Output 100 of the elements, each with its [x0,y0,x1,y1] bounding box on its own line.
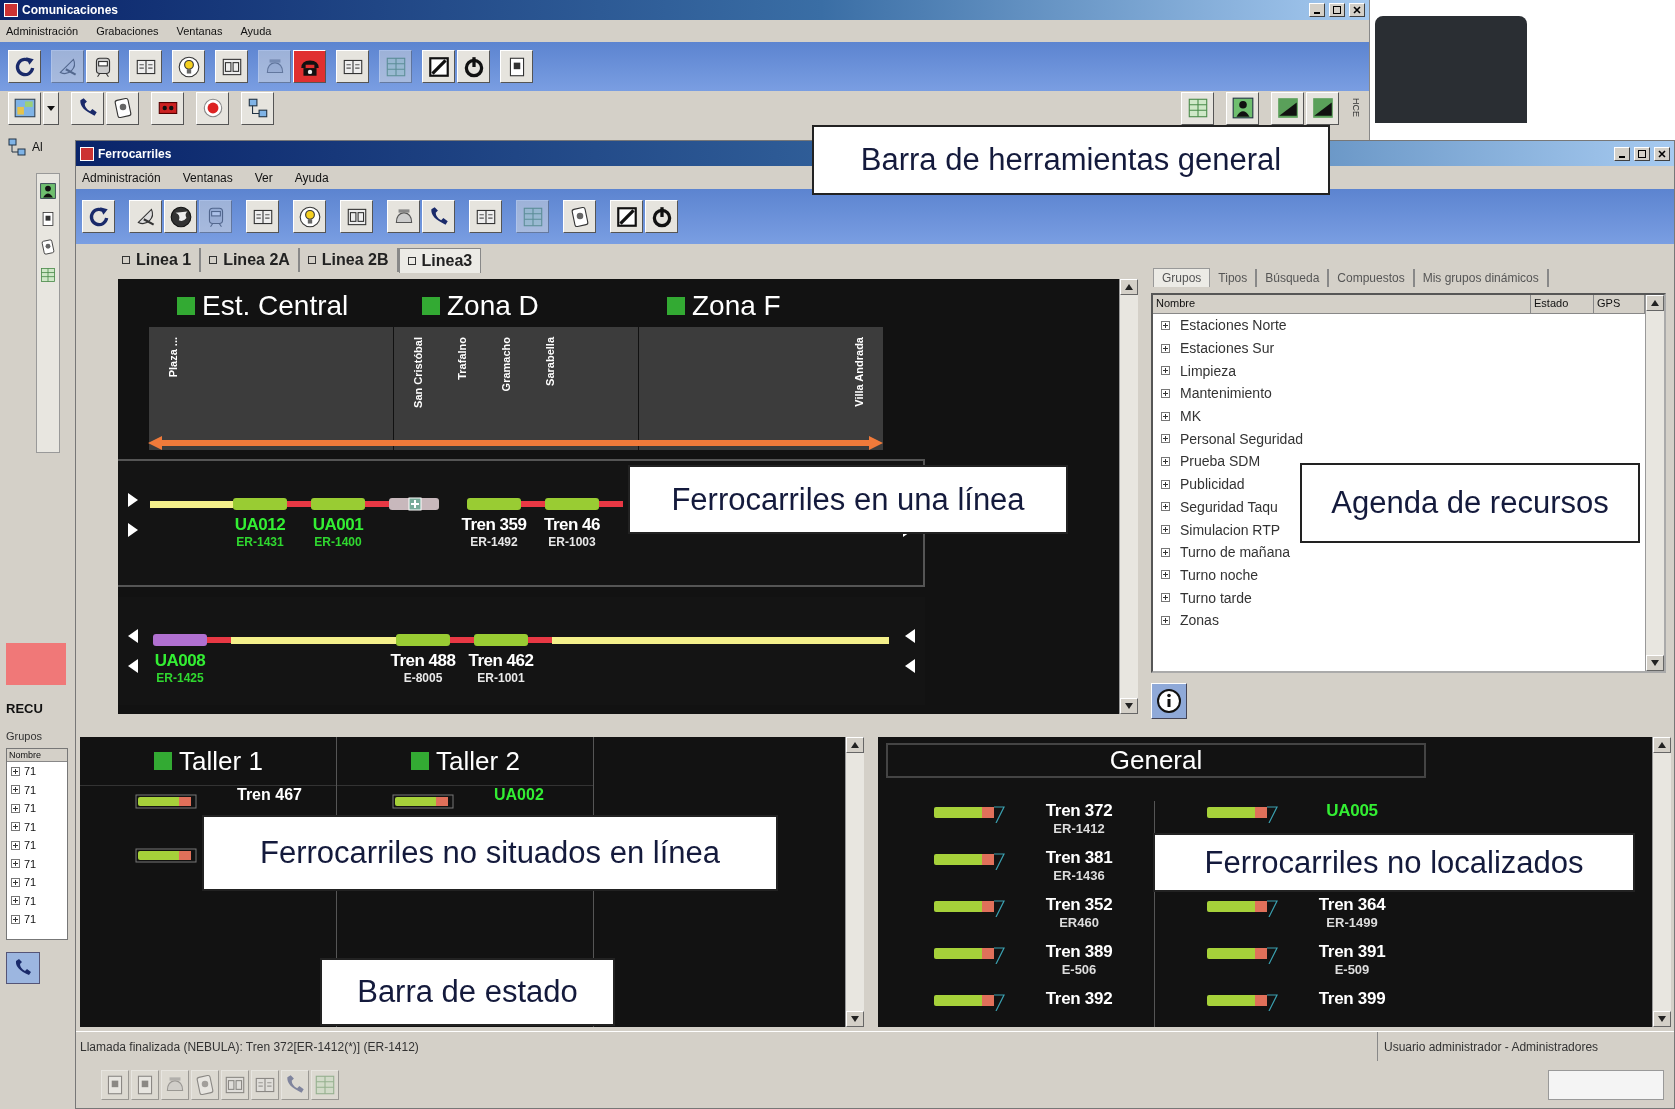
maximize-button[interactable] [1634,146,1650,161]
expand-icon[interactable] [1161,434,1170,444]
call-button[interactable] [6,952,40,984]
toolbar-button[interactable] [8,91,41,125]
tree-item[interactable]: MK [1180,408,1201,425]
expand-icon[interactable] [11,896,20,906]
scroll-up-icon[interactable] [1125,284,1133,290]
expand-icon[interactable] [1161,411,1170,421]
toolbar-button[interactable] [422,200,455,233]
tree-item[interactable]: 71 [24,783,37,796]
tree-item[interactable]: Publicidad [1180,476,1245,493]
expand-icon[interactable] [11,859,20,869]
expand-icon[interactable] [1161,343,1170,353]
expand-icon[interactable] [11,785,20,795]
expand-icon[interactable] [1161,547,1170,557]
minimize-button[interactable] [1309,3,1325,17]
tab[interactable]: Grupos [6,730,75,742]
maximize-button[interactable] [1329,3,1345,17]
expand-icon[interactable] [11,766,20,776]
action-button[interactable] [1548,1069,1664,1100]
expand-icon[interactable] [1161,615,1170,625]
train-block[interactable] [233,497,311,511]
menu-item[interactable]: Grabaciones [96,25,159,37]
scroll-up-icon[interactable] [851,742,859,748]
toolbar-button[interactable] [387,200,420,233]
toolbar-button[interactable] [106,91,139,125]
expand-icon[interactable] [1161,525,1170,535]
toolbar-button[interactable] [71,91,104,125]
tree-item[interactable]: Estaciones Sur [1180,340,1275,357]
toolbar-button[interactable] [129,50,162,83]
toolbar-button[interactable] [82,200,115,233]
minimize-button[interactable] [1614,146,1630,161]
train-block[interactable] [545,497,623,511]
expand-icon[interactable] [11,803,20,813]
train-block[interactable] [467,497,545,511]
toolbar-button[interactable] [422,50,455,83]
scroll-up-icon[interactable] [1658,742,1666,748]
train-icon[interactable] [392,792,454,810]
menu-item[interactable]: Administración [6,25,79,37]
tree-item[interactable]: Limpieza [1180,362,1237,379]
train-block[interactable] [153,633,231,647]
close-button[interactable] [1349,3,1365,17]
expand-icon[interactable] [11,914,20,924]
toolbar-button[interactable] [457,50,490,83]
scrollbar[interactable] [1119,279,1138,714]
toolbar-button[interactable] [1271,91,1304,125]
expand-icon[interactable] [1161,366,1170,376]
toolbar-button[interactable] [469,200,502,233]
tree-item[interactable]: Seguridad Taqu [1180,498,1278,515]
column-header[interactable]: Nombre [1153,295,1531,313]
toolbar-button[interactable] [151,91,184,125]
toolbar-button[interactable] [172,50,205,83]
toolbar-button[interactable] [215,50,248,83]
expand-icon[interactable] [11,822,20,832]
tree-item[interactable]: Turno de mañana [1180,544,1290,561]
tree-item[interactable]: Estaciones Norte [1180,317,1287,334]
expand-icon[interactable] [1161,479,1170,489]
scrollbar[interactable] [1645,295,1664,671]
toolbar-button[interactable] [293,50,326,83]
expand-icon[interactable] [1161,456,1170,466]
scroll-down-icon[interactable] [1125,703,1133,709]
toolbar-button[interactable] [1226,91,1259,125]
expand-icon[interactable] [1161,593,1170,603]
toolbar-button[interactable] [86,50,119,83]
toolbar-button[interactable] [610,200,643,233]
toolbar-button[interactable] [1306,91,1339,125]
expand-icon[interactable] [11,840,20,850]
tree-item[interactable]: Personal Seguridad [1180,430,1303,447]
toolbar-button[interactable] [500,50,533,83]
tree-item[interactable]: Prueba SDM [1180,453,1261,470]
expand-icon[interactable] [11,877,20,887]
toolbar-button[interactable] [336,50,369,83]
scroll-down-icon[interactable] [851,1016,859,1022]
scrollbar[interactable] [1652,737,1671,1027]
toolbar-button[interactable] [645,200,678,233]
tree-item[interactable]: 71 [24,913,37,926]
menu-item[interactable]: Ayuda [294,170,329,185]
toolbar-button[interactable] [196,91,229,125]
toolbar-button[interactable] [246,200,279,233]
expand-icon[interactable] [1161,320,1170,330]
tree-item[interactable]: Turno noche [1180,566,1259,583]
train-icon[interactable] [135,792,197,810]
train-block[interactable] [311,497,389,511]
coupled-car-icon[interactable] [389,497,439,511]
train-block[interactable] [474,633,552,647]
scroll-down-icon[interactable] [1651,660,1659,666]
close-button[interactable] [1654,146,1670,161]
expand-icon[interactable] [1161,388,1170,398]
column-header[interactable]: Estado [1531,295,1594,313]
toolbar-button[interactable] [1181,91,1214,125]
tree-item[interactable]: 71 [24,765,37,778]
train-icon[interactable] [135,846,197,864]
tree-item[interactable]: Simulacion RTP [1180,521,1281,538]
scrollbar[interactable] [845,737,864,1027]
menu-item[interactable]: Ventanas [182,170,233,185]
train-block[interactable] [396,633,474,647]
expand-icon[interactable] [1161,570,1170,580]
tab[interactable]: Grupos [1153,268,1211,287]
menu-item[interactable]: Ventanas [176,25,223,37]
tree-item[interactable]: 71 [24,894,37,907]
